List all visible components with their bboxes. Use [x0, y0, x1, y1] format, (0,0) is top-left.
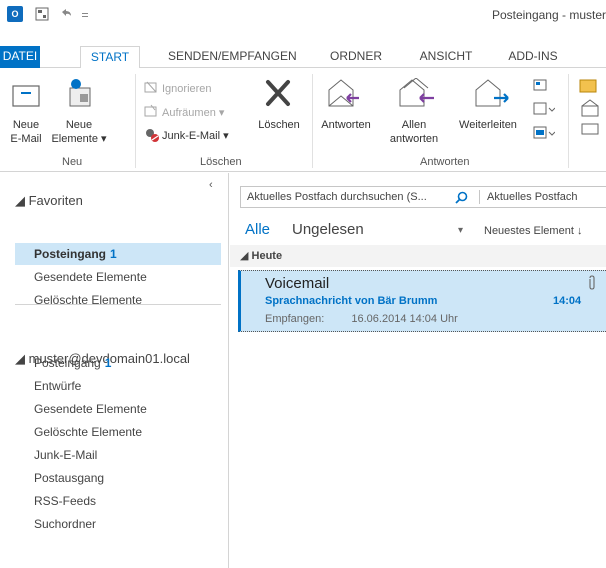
message-item-voicemail[interactable]: Voicemail Sprachnachricht von Bär Brumm … [238, 270, 606, 332]
ribbon: Neue E-Mail Neue Elemente ▾ Neu Ignorier… [0, 68, 606, 172]
sort-dropdown[interactable]: Neuestes Element ↓ [484, 225, 582, 237]
im-reply-icon[interactable] [533, 102, 555, 116]
delete-icon [266, 80, 290, 106]
ribbon-tabs: DATEI START SENDEN/EMPFANGEN ORDNER ANSI… [0, 46, 606, 69]
reply-button[interactable]: Antworten [316, 118, 376, 132]
forward-icon [475, 79, 509, 107]
nav-divider [15, 304, 221, 305]
filter-dropdown-icon[interactable]: ▾ [458, 225, 463, 236]
search-box[interactable]: Aktuelles Postfach durchsuchen (S... Akt… [240, 186, 606, 208]
group-header-heute[interactable]: ◢ Heute [230, 245, 606, 267]
group-header-label: ◢ Heute [240, 250, 283, 262]
tab-ansicht[interactable]: ANSICHT [418, 46, 474, 68]
folder-posteingang[interactable]: Posteingang 1 [34, 356, 111, 370]
more-respond-icon[interactable] [533, 126, 555, 140]
tab-senden-empfangen[interactable]: SENDEN/EMPFANGEN [168, 46, 297, 68]
junk-email-button[interactable]: Junk-E-Mail ▾ [162, 129, 229, 143]
meeting-icon[interactable] [533, 78, 549, 92]
folder-entwuerfe[interactable]: Entwürfe [34, 379, 81, 393]
search-input[interactable]: Aktuelles Postfach durchsuchen (S... [247, 191, 427, 203]
folder-junk[interactable]: Junk-E-Mail [34, 448, 97, 462]
filter-unread[interactable]: Ungelesen [292, 221, 364, 238]
collapse-pane-chevron-icon[interactable]: ‹ [209, 179, 213, 191]
reply-icon [328, 79, 359, 107]
group-separator [568, 74, 569, 168]
folder-gesendete[interactable]: Gesendete Elemente [34, 402, 147, 416]
undo-icon[interactable] [58, 6, 74, 22]
group-separator [135, 74, 136, 168]
quick-steps-icon[interactable] [578, 78, 606, 138]
send-receive-all-icon[interactable] [34, 6, 50, 22]
message-subject: Voicemail [265, 275, 330, 292]
tab-datei[interactable]: DATEI [0, 46, 40, 68]
group-separator [312, 74, 313, 168]
search-icon[interactable] [455, 191, 468, 204]
message-time: 14:04 [553, 295, 582, 307]
message-list-pane: Aktuelles Postfach durchsuchen (S... Akt… [230, 173, 606, 568]
customize-quick-access-icon[interactable] [80, 6, 90, 22]
search-separator [479, 190, 480, 204]
new-items-icon [69, 79, 91, 107]
search-scope-dropdown[interactable]: Aktuelles Postfach [487, 191, 578, 203]
delete-button[interactable]: Löschen [254, 118, 304, 132]
filter-all[interactable]: Alle [245, 221, 270, 238]
reply-all-icon [399, 78, 434, 107]
junk-email-icon [146, 129, 159, 142]
tab-start[interactable]: START [80, 46, 140, 69]
tab-add-ins[interactable]: ADD-INS [504, 46, 562, 68]
folder-rss-feeds[interactable]: RSS-Feeds [34, 494, 96, 508]
folder-gesendete-favorite[interactable]: Gesendete Elemente [34, 270, 147, 284]
message-preview: Sprachnachricht von Bär Brumm [265, 295, 438, 307]
reply-all-button[interactable]: Allen antworten [384, 118, 444, 146]
outlook-app-icon[interactable]: O [7, 6, 23, 22]
new-email-icon [12, 85, 40, 107]
attachment-paperclip-icon [589, 275, 595, 290]
title-bar: O Posteingang - muster [0, 0, 606, 44]
group-label-neu: Neu [62, 156, 83, 168]
group-label-antworten: Antworten [420, 156, 470, 168]
group-label-loeschen: Löschen [200, 156, 242, 168]
cleanup-icon [144, 104, 157, 117]
new-items-button[interactable]: Neue Elemente ▾ [48, 118, 110, 146]
forward-button[interactable]: Weiterleiten [452, 118, 524, 132]
favorites-header[interactable]: ◢ Favoriten [15, 193, 83, 209]
new-email-button[interactable]: Neue E-Mail [0, 118, 52, 146]
folder-posteingang-favorite[interactable]: Posteingang 1 [34, 247, 117, 261]
folder-pane: ‹ ◢ Favoriten Posteingang 1 Gesendete Ele… [0, 173, 229, 568]
tab-ordner[interactable]: ORDNER [330, 46, 382, 68]
cleanup-button[interactable]: Aufräumen ▾ [162, 106, 224, 120]
folder-postausgang[interactable]: Postausgang [34, 471, 104, 485]
ignore-icon [144, 81, 157, 93]
message-received: Empfangen: 16.06.2014 14:04 Uhr [265, 313, 458, 325]
folder-geloeschte[interactable]: Gelöschte Elemente [34, 425, 142, 439]
window-title: Posteingang - muster [491, 8, 606, 22]
ignore-button[interactable]: Ignorieren [162, 82, 212, 96]
folder-suchordner[interactable]: Suchordner [34, 517, 96, 531]
